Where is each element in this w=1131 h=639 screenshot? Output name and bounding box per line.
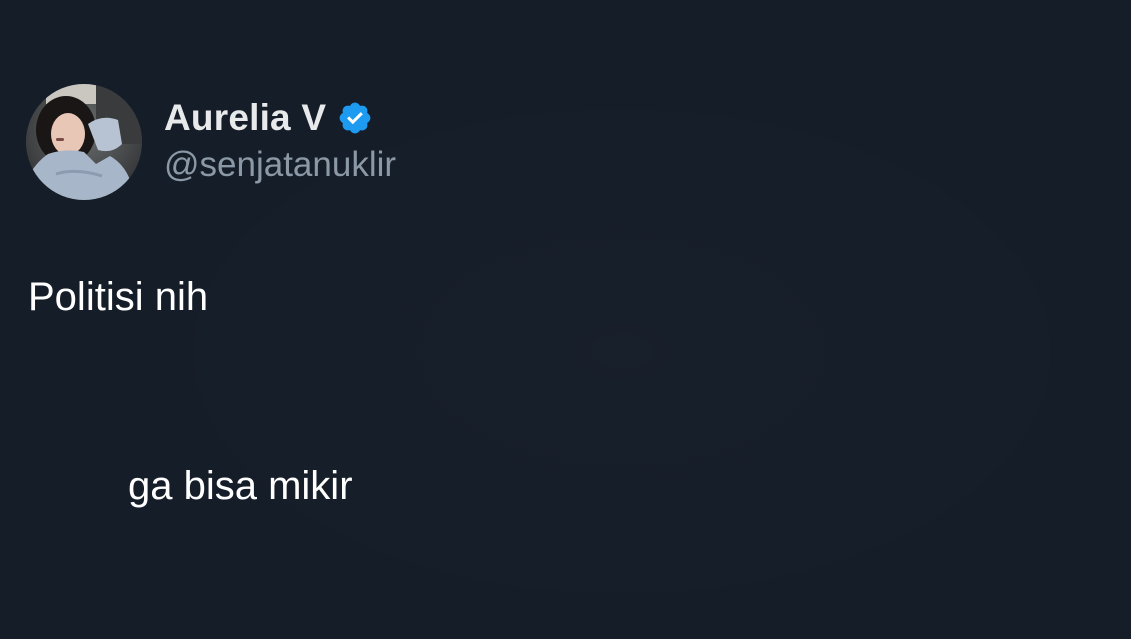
- verified-badge-icon: [337, 100, 373, 136]
- profile-photo-icon: [26, 84, 142, 200]
- tweet-text-line-1: Politisi nih: [28, 275, 209, 319]
- tweet-text-line-2: ga bisa mikir: [128, 464, 353, 508]
- display-name[interactable]: Aurelia V: [164, 96, 326, 140]
- author-info: Aurelia V @senjatanuklir: [164, 96, 396, 188]
- avatar[interactable]: [26, 84, 142, 200]
- user-handle[interactable]: @senjatanuklir: [164, 142, 396, 188]
- tweet-card: Aurelia V @senjatanuklir Politisi nih ga…: [0, 0, 1131, 639]
- name-row: Aurelia V: [164, 96, 396, 140]
